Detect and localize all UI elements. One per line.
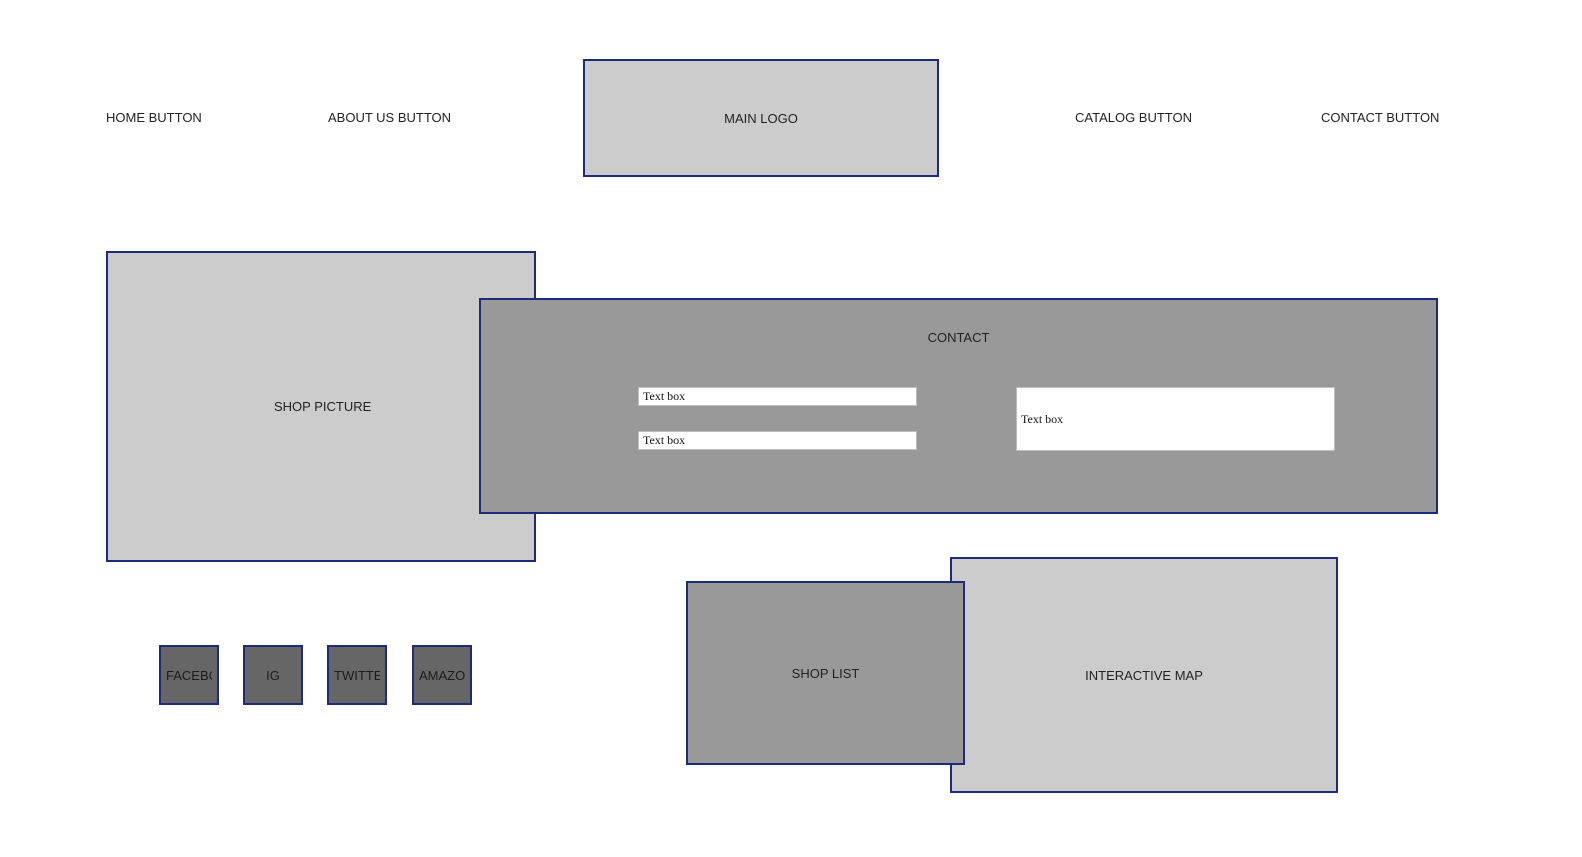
contact-text-field-2[interactable]: Text box [638,431,917,450]
shop-list[interactable]: SHOP LIST [686,581,965,765]
instagram-label: IG [266,667,280,683]
about-us-button[interactable]: ABOUT US BUTTON [328,110,451,126]
instagram-button[interactable]: IG [243,645,303,705]
contact-message-field[interactable]: Text box [1016,387,1335,451]
facebook-button[interactable]: FACEBOOK [159,645,219,705]
amazon-label: AMAZON [419,667,465,683]
contact-title: CONTACT [927,330,990,345]
twitter-button[interactable]: TWITTER [327,645,387,705]
contact-text-field-1[interactable]: Text box [638,387,917,406]
main-logo-label: MAIN LOGO [724,110,798,126]
home-button[interactable]: HOME BUTTON [106,110,202,126]
amazon-button[interactable]: AMAZON [412,645,472,705]
contact-button[interactable]: CONTACT BUTTON [1321,110,1439,126]
main-logo[interactable]: MAIN LOGO [583,59,939,177]
twitter-label: TWITTER [334,667,380,683]
shop-picture: SHOP PICTURE [106,251,536,562]
contact-panel: CONTACT Text box Text box Text box [479,298,1438,514]
catalog-button[interactable]: CATALOG BUTTON [1075,110,1192,126]
interactive-map-label: INTERACTIVE MAP [1085,667,1203,683]
wireframe-page: HOME BUTTON ABOUT US BUTTON MAIN LOGO CA… [0,0,1582,857]
interactive-map[interactable]: INTERACTIVE MAP [950,557,1338,793]
facebook-label: FACEBOOK [166,667,212,683]
shop-picture-label: SHOP PICTURE [274,399,372,414]
shop-list-label: SHOP LIST [791,665,860,681]
